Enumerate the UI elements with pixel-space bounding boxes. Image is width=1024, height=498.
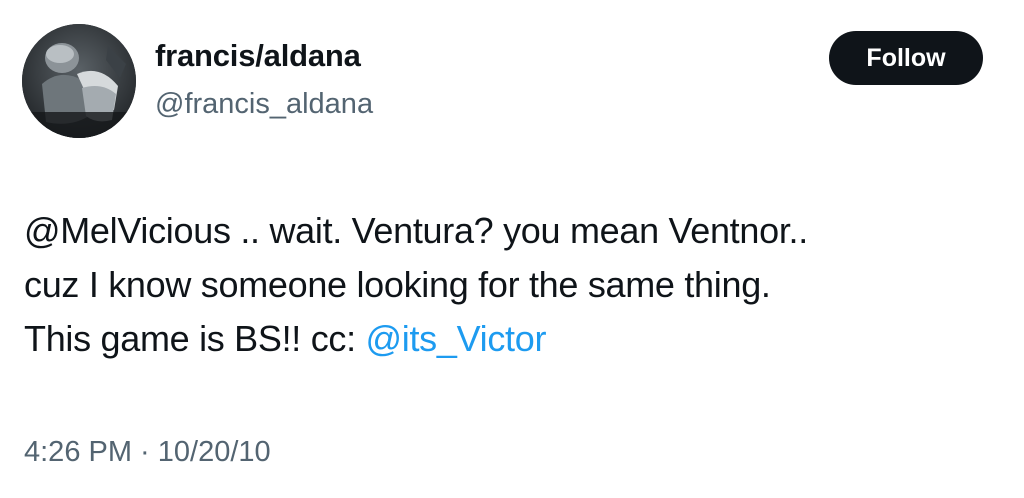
tweet-text-line-1: @MelVicious .. wait. Ventura? you mean V…: [24, 210, 808, 251]
avatar-photo-icon: [22, 24, 136, 138]
tweet-text-line-3: This game is BS!! cc: @its_Victor: [24, 312, 1014, 366]
tweet-text-line-2: cuz I know someone looking for the same …: [24, 264, 771, 305]
user-display-name[interactable]: francis/aldana: [155, 38, 361, 74]
tweet-text: @MelVicious .. wait. Ventura? you mean V…: [24, 204, 1014, 366]
tweet-text-line-3-text: This game is BS!! cc:: [24, 318, 366, 359]
follow-button[interactable]: Follow: [829, 31, 983, 85]
tweet-card: francis/aldana @francis_aldana Follow @M…: [0, 0, 1024, 498]
user-handle[interactable]: @francis_aldana: [155, 88, 373, 121]
tweet-timestamp[interactable]: 4:26 PM · 10/20/10: [24, 436, 271, 469]
mention-link[interactable]: @its_Victor: [366, 318, 547, 359]
user-avatar[interactable]: [22, 24, 136, 138]
